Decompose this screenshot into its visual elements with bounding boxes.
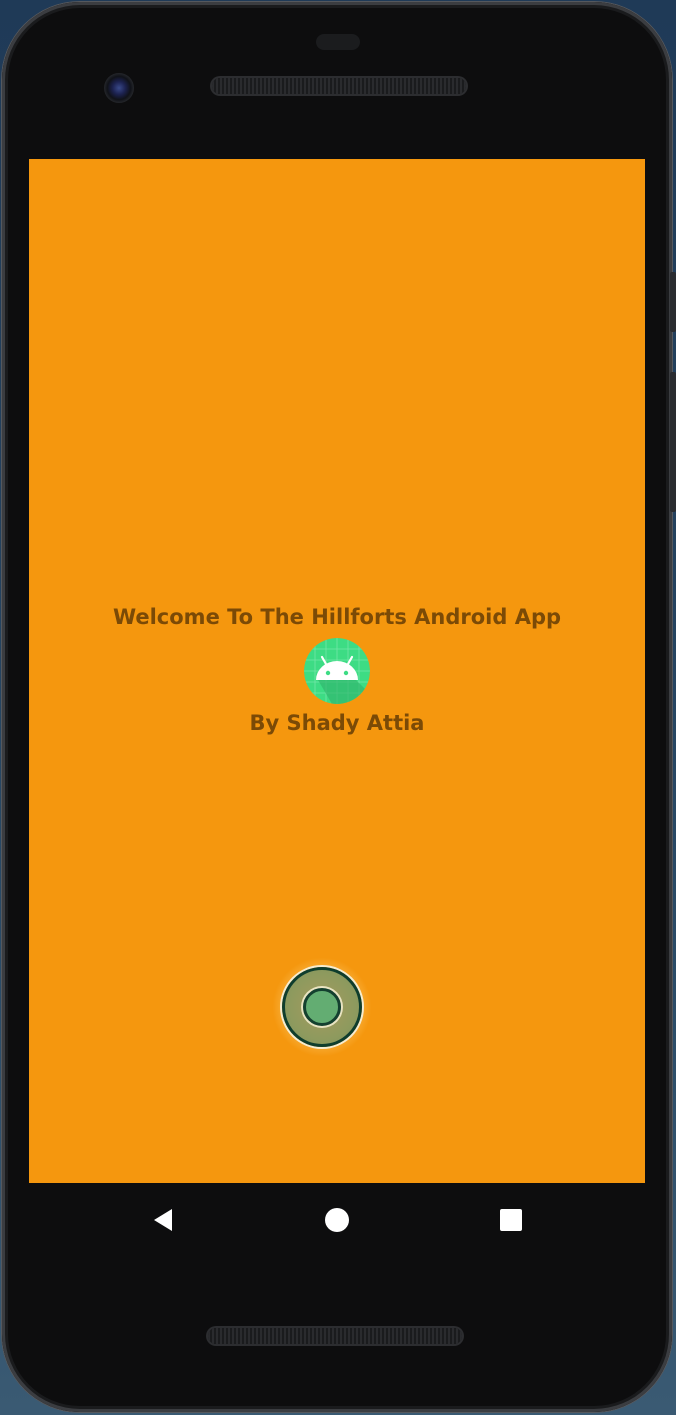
bottom-speaker-grille [208, 1328, 462, 1344]
recents-square-icon[interactable] [496, 1205, 526, 1235]
home-circle-icon[interactable] [322, 1205, 352, 1235]
top-speaker-grille [212, 78, 466, 94]
record-button[interactable] [272, 957, 372, 1057]
welcome-title: Welcome To The Hillforts Android App [112, 605, 562, 629]
android-robot-icon [304, 638, 370, 704]
record-core [303, 988, 341, 1026]
author-credit: By Shady Attia [249, 711, 425, 735]
power-button [670, 372, 676, 512]
record-icon [282, 967, 362, 1047]
front-camera-icon [104, 73, 134, 103]
earpiece-slot [316, 34, 360, 50]
app-screen: Welcome To The Hillforts Android App By … [29, 159, 645, 1183]
back-triangle-icon[interactable] [148, 1205, 178, 1235]
system-navigation-bar [29, 1183, 645, 1255]
volume-button [670, 272, 676, 332]
